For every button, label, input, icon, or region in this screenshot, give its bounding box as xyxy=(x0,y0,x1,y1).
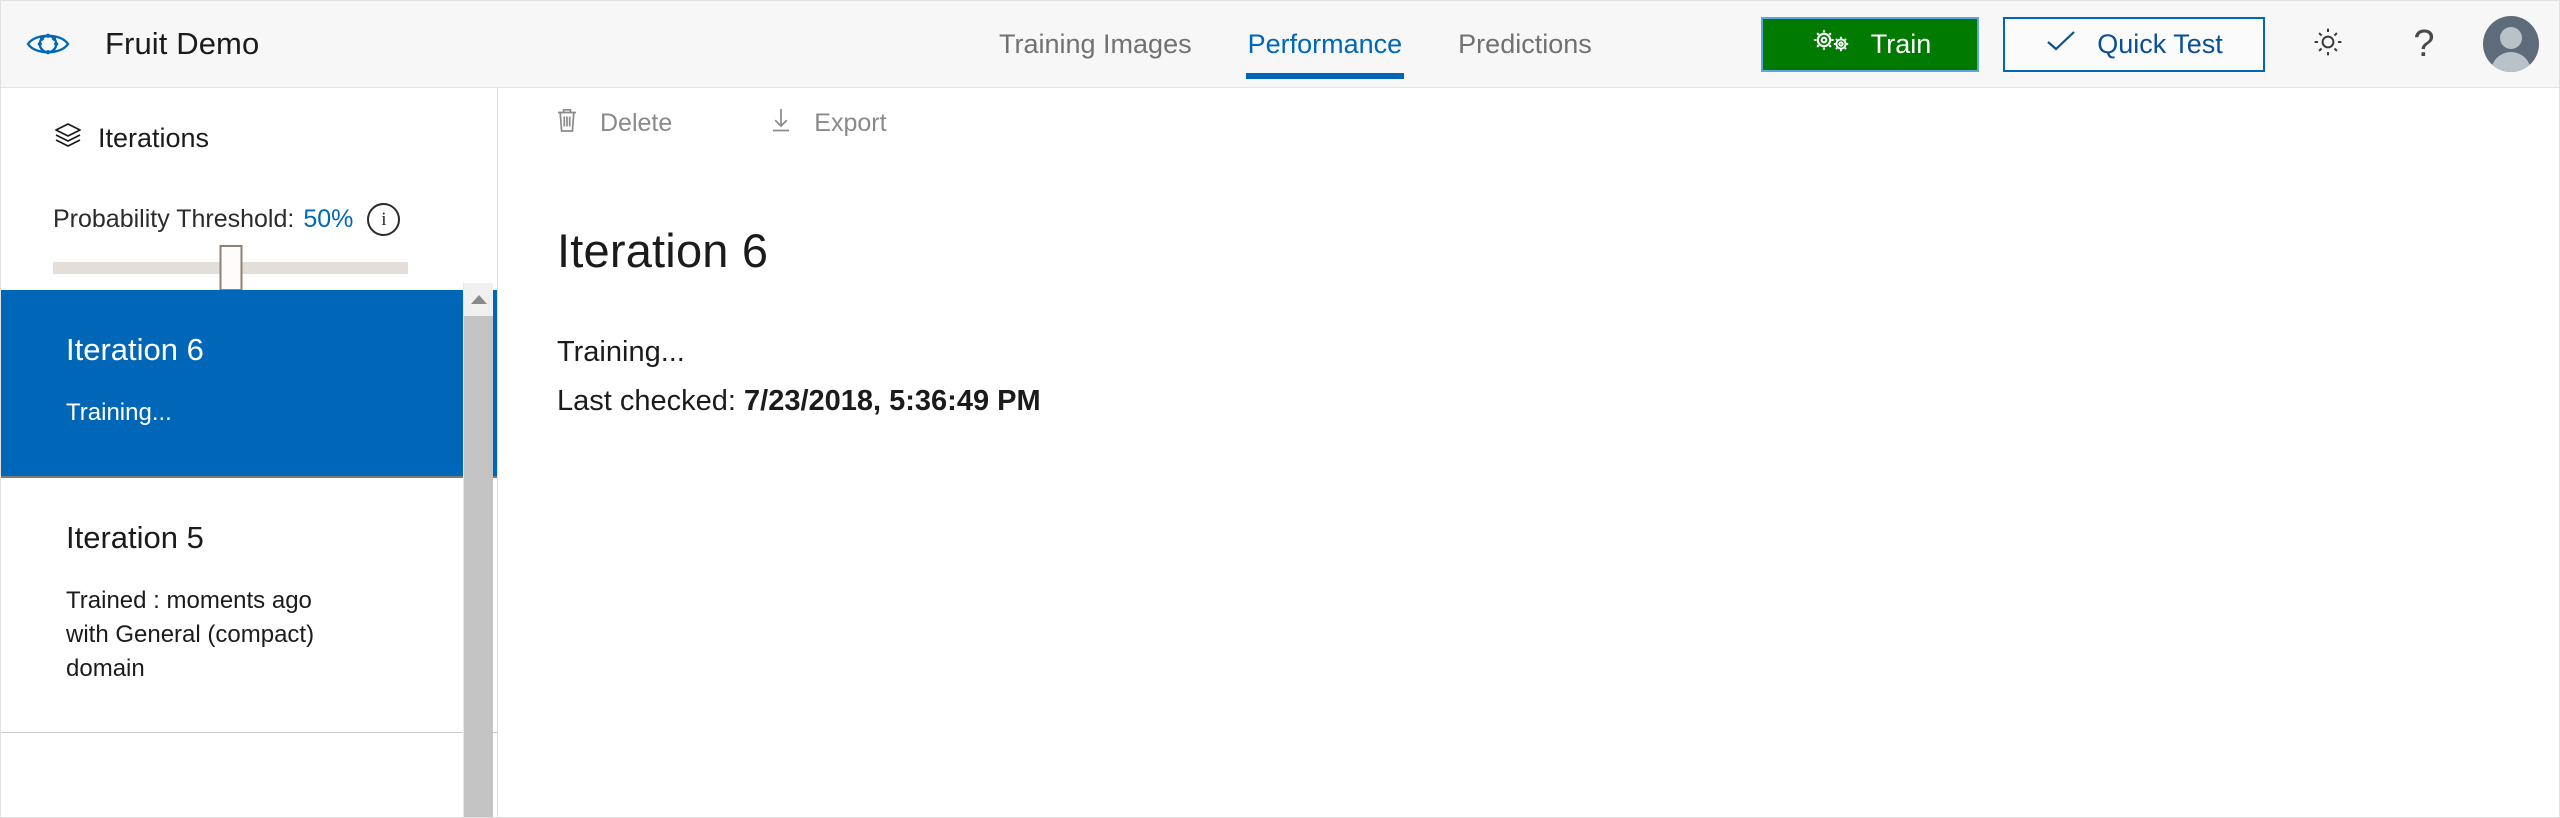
threshold-value: 50% xyxy=(303,205,354,233)
avatar-body xyxy=(2491,52,2531,72)
layers-icon xyxy=(53,120,83,157)
download-icon xyxy=(768,106,794,141)
last-checked-label: Last checked: xyxy=(557,385,736,417)
user-avatar-icon[interactable] xyxy=(2483,16,2539,72)
header-actions: Train Quick Test ? xyxy=(1761,1,2539,87)
gears-icon xyxy=(1809,26,1853,63)
main-content: Delete Export Iteration 6 Training... La… xyxy=(499,89,2559,817)
export-button-label: Export xyxy=(814,108,887,137)
probability-threshold-block: Probability Threshold: 50% i xyxy=(1,157,497,291)
avatar-head xyxy=(2500,27,2522,49)
iteration-list-item-5[interactable]: Iteration 5 Trained : moments ago with G… xyxy=(1,478,497,734)
checkmark-icon xyxy=(2045,28,2077,61)
chevron-up-icon[interactable] xyxy=(464,283,493,316)
eye-gear-icon xyxy=(25,21,71,67)
probability-threshold-slider[interactable] xyxy=(53,245,408,291)
train-button[interactable]: Train xyxy=(1761,16,1979,72)
threshold-text: Probability Threshold: xyxy=(53,205,295,233)
question-mark-icon: ? xyxy=(2413,23,2435,65)
probability-threshold-label: Probability Threshold: 50% i xyxy=(53,203,445,236)
export-button[interactable]: Export xyxy=(758,96,920,151)
iterations-sidebar: Iterations Probability Threshold: 50% i … xyxy=(1,88,498,817)
command-bar: Delete Export xyxy=(499,89,2559,157)
quick-test-button-label: Quick Test xyxy=(2097,28,2223,59)
slider-thumb[interactable] xyxy=(219,245,242,291)
sidebar-header-label: Iterations xyxy=(98,123,210,153)
app-title: Fruit Demo xyxy=(105,26,260,61)
help-button[interactable]: ? xyxy=(2391,11,2457,77)
iteration-name: Iteration 5 xyxy=(66,520,204,556)
last-checked-row: Last checked: 7/23/2018, 5:36:49 PM xyxy=(557,385,2559,418)
delete-button-label: Delete xyxy=(600,108,673,137)
info-icon[interactable]: i xyxy=(367,203,401,236)
custom-vision-app: Fruit Demo Training Images Performance P… xyxy=(0,0,2560,818)
iteration-name: Iteration 6 xyxy=(66,332,204,367)
sidebar-header: Iterations xyxy=(1,88,497,157)
iteration-status-text: Training... xyxy=(557,336,685,368)
iteration-list-item-6[interactable]: Iteration 6 Training... xyxy=(1,290,497,479)
page-title: Iteration 6 xyxy=(557,224,769,277)
train-button-label: Train xyxy=(1870,28,1932,59)
settings-button[interactable] xyxy=(2295,11,2361,77)
iteration-status: Trained : moments ago with General (comp… xyxy=(66,587,315,683)
scrollbar-thumb[interactable] xyxy=(464,316,493,817)
tab-predictions[interactable]: Predictions xyxy=(1430,1,1620,87)
tab-training-images[interactable]: Training Images xyxy=(971,1,1220,87)
tab-performance[interactable]: Performance xyxy=(1220,1,1431,87)
trash-icon xyxy=(554,106,580,141)
main-nav-tabs: Training Images Performance Predictions xyxy=(971,1,1620,87)
iteration-status: Training... xyxy=(66,399,172,426)
gear-icon xyxy=(2310,24,2346,65)
iterations-list: Iteration 6 Training... Iteration 5 Trai… xyxy=(1,290,497,817)
quick-test-button[interactable]: Quick Test xyxy=(2003,16,2265,72)
app-header: Fruit Demo Training Images Performance P… xyxy=(1,1,2559,88)
last-checked-value: 7/23/2018, 5:36:49 PM xyxy=(744,385,1041,417)
brand: Fruit Demo xyxy=(25,1,259,87)
sidebar-scrollbar[interactable] xyxy=(463,283,493,817)
delete-button[interactable]: Delete xyxy=(544,96,706,151)
iteration-detail: Iteration 6 Training... Last checked: 7/… xyxy=(499,157,2559,418)
